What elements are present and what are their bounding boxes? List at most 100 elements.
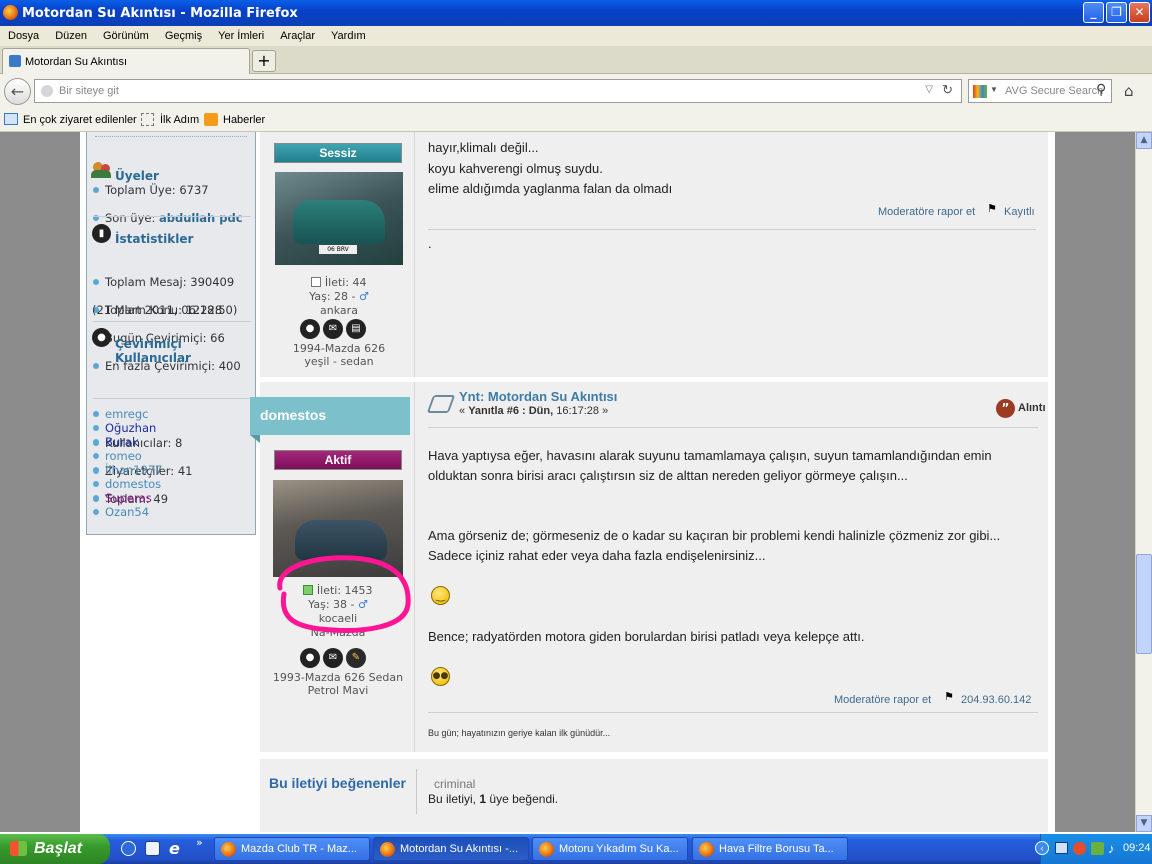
rss-icon xyxy=(204,113,218,126)
online-user-link[interactable]: domestos xyxy=(87,477,162,491)
quote-button[interactable]: Alıntı xyxy=(1018,402,1046,414)
menu-view[interactable]: Görünüm xyxy=(95,30,157,42)
search-engine-dropdown-icon[interactable]: ▼ xyxy=(990,85,998,94)
report-moderator-link[interactable]: Moderatöre rapor et xyxy=(834,694,931,706)
members-title[interactable]: Üyeler xyxy=(115,169,159,183)
menu-tools[interactable]: Araçlar xyxy=(272,30,323,42)
likes-count-text: Bu iletiyi, 1 üye beğendi. xyxy=(428,792,558,806)
online-user-link[interactable]: romeo xyxy=(87,449,162,463)
online-user-link[interactable]: emregc xyxy=(87,407,162,421)
scroll-thumb[interactable] xyxy=(1136,554,1152,654)
email-icon[interactable]: ✉ xyxy=(323,648,343,668)
network-icon[interactable] xyxy=(1055,842,1068,854)
post-time: 16:17:28 » xyxy=(556,405,609,417)
maximize-button[interactable]: ❐ xyxy=(1106,2,1127,23)
online-user-link[interactable]: Burak xyxy=(87,435,162,449)
status-badge: Aktif xyxy=(274,450,402,470)
window-title-bar: Motordan Su Akıntısı - Mozilla Firefox xyxy=(0,0,1152,26)
flag-icon: ⚑ xyxy=(987,202,997,215)
taskbar-item-active[interactable]: Motordan Su Akıntısı -... xyxy=(373,837,529,861)
avatar[interactable]: 06 BRV xyxy=(275,172,403,265)
reload-icon[interactable]: ↻ xyxy=(942,82,953,98)
dropdown-arrow-icon[interactable]: ▽ xyxy=(925,84,933,95)
task-label: Mazda Club TR - Maz... xyxy=(241,843,357,855)
internet-explorer-icon[interactable]: e xyxy=(169,839,187,858)
tab-motordan-su[interactable]: Motordan Su Akıntısı xyxy=(2,48,250,74)
email-icon[interactable]: ✉ xyxy=(323,319,343,339)
highlight-circle xyxy=(277,555,411,633)
sidebar-stats: Üyeler Toplam Üye: 6737 Son üye: abdulla… xyxy=(86,132,256,535)
firefox-icon xyxy=(699,842,714,857)
back-button[interactable]: ← xyxy=(4,78,31,105)
profile-icon[interactable]: ● xyxy=(300,319,320,339)
notes-icon[interactable]: ✎ xyxy=(346,648,366,668)
taskbar-item[interactable]: Hava Filtre Borusu Ta... xyxy=(692,837,848,861)
quote-icon[interactable]: ” xyxy=(996,399,1015,418)
desktop-icon[interactable] xyxy=(145,841,160,856)
url-input[interactable]: Bir siteye git ▽ ↻ xyxy=(34,79,962,103)
menu-history[interactable]: Geçmiş xyxy=(157,30,210,42)
menu-file[interactable]: Dosya xyxy=(0,30,47,42)
car-model: 1993-Mazda 626 Sedan xyxy=(272,671,404,684)
post-paragraph: Ama görseniz de; görmeseniz de o kadar s… xyxy=(428,528,1001,563)
minimize-button[interactable]: _ xyxy=(1083,2,1104,23)
online-user-link[interactable]: Oğuzhan xyxy=(87,421,162,435)
offline-indicator-icon xyxy=(311,277,322,287)
volume-icon[interactable]: ♪ xyxy=(1108,841,1115,856)
search-input[interactable]: ▼ AVG Secure Search xyxy=(968,79,1112,103)
menu-bar: Dosya Düzen Görünüm Geçmiş Yer İmleri Ar… xyxy=(0,26,1152,46)
new-tab-button[interactable]: + xyxy=(252,50,276,72)
online-users-title[interactable]: Çevirimiçi Kullanıcılar xyxy=(115,337,255,365)
navigation-bar: ← Bir siteye git ▽ ↻ ▼ AVG Secure Search… xyxy=(0,74,1152,108)
taskbar-item[interactable]: Motoru Yıkadım Su Ka... xyxy=(532,837,688,861)
post-title-link[interactable]: Ynt: Motordan Su Akıntısı xyxy=(459,389,617,404)
vertical-scrollbar[interactable]: ▲ ▼ xyxy=(1135,132,1152,832)
bookmark-folder-icon xyxy=(4,113,18,125)
age-text: Yaş: 28 - xyxy=(309,290,356,303)
scroll-up-button[interactable]: ▲ xyxy=(1136,132,1152,149)
avg-tray-icon[interactable] xyxy=(1091,842,1104,855)
avg-logo-icon xyxy=(973,85,987,98)
username[interactable]: domestos xyxy=(260,407,326,423)
last-member-link[interactable]: abdullah pdc xyxy=(159,211,243,225)
male-icon: ♂ xyxy=(358,290,369,303)
username-box[interactable]: domestos xyxy=(250,397,410,435)
liker-user-link[interactable]: criminal xyxy=(434,777,475,791)
bookmarks-bar: En çok ziyaret edilenler İlk Adım Haberl… xyxy=(0,108,1152,132)
system-tray: ‹ ♪ 09:24 xyxy=(1035,834,1152,864)
scroll-down-button[interactable]: ▼ xyxy=(1136,815,1152,832)
bookmark-news[interactable]: Haberler xyxy=(223,114,265,126)
stats-title[interactable]: İstatistikler xyxy=(115,232,193,246)
post-icon xyxy=(426,395,456,413)
bookmark-first-step[interactable]: İlk Adım xyxy=(160,114,199,126)
menu-help[interactable]: Yardım xyxy=(323,30,374,42)
report-moderator-link[interactable]: Moderatöre rapor et xyxy=(878,206,975,218)
post-paragraph: Bence; radyatörden motora giden borulard… xyxy=(428,629,865,644)
security-icon[interactable] xyxy=(1073,842,1086,855)
task-label: Hava Filtre Borusu Ta... xyxy=(719,843,834,855)
clock[interactable]: 09:24 xyxy=(1123,842,1151,854)
online-user-link[interactable]: Ozan54 xyxy=(87,505,162,519)
signature: Bu gün; hayatınızın geriye kalan ilk gün… xyxy=(428,728,611,738)
tray-expand-icon[interactable]: ‹ xyxy=(1035,841,1049,855)
home-icon[interactable]: ⌂ xyxy=(1124,82,1134,100)
total-members: Toplam Üye: 6737 xyxy=(87,183,255,197)
taskbar-item[interactable]: Mazda Club TR - Maz... xyxy=(214,837,370,861)
start-button[interactable]: Başlat xyxy=(0,834,110,864)
close-button[interactable]: ✕ xyxy=(1129,2,1150,23)
car-color: Petrol Mavi xyxy=(307,684,369,697)
speech-bubble-icon: ● xyxy=(92,328,111,347)
online-user-link[interactable]: Superas xyxy=(87,491,162,505)
likes-text-post: üye beğendi. xyxy=(489,792,559,806)
menu-bookmarks[interactable]: Yer İmleri xyxy=(210,30,272,42)
stat-most-online-date: (21 Mart 2011, 06:18:50) xyxy=(92,303,238,317)
profile-icon[interactable]: ● xyxy=(300,648,320,668)
bookmark-most-visited[interactable]: En çok ziyaret edilenler xyxy=(23,114,137,126)
media-player-icon[interactable] xyxy=(121,841,136,856)
more-quicklaunch-icon[interactable]: » xyxy=(196,836,203,849)
magnifier-icon[interactable]: ⚲ xyxy=(1096,82,1106,98)
tab-bar: Motordan Su Akıntısı + xyxy=(0,46,1152,74)
online-user-link[interactable]: İlhan1977 xyxy=(87,463,162,477)
document-icon[interactable]: ▤ xyxy=(346,319,366,339)
menu-edit[interactable]: Düzen xyxy=(47,30,95,42)
